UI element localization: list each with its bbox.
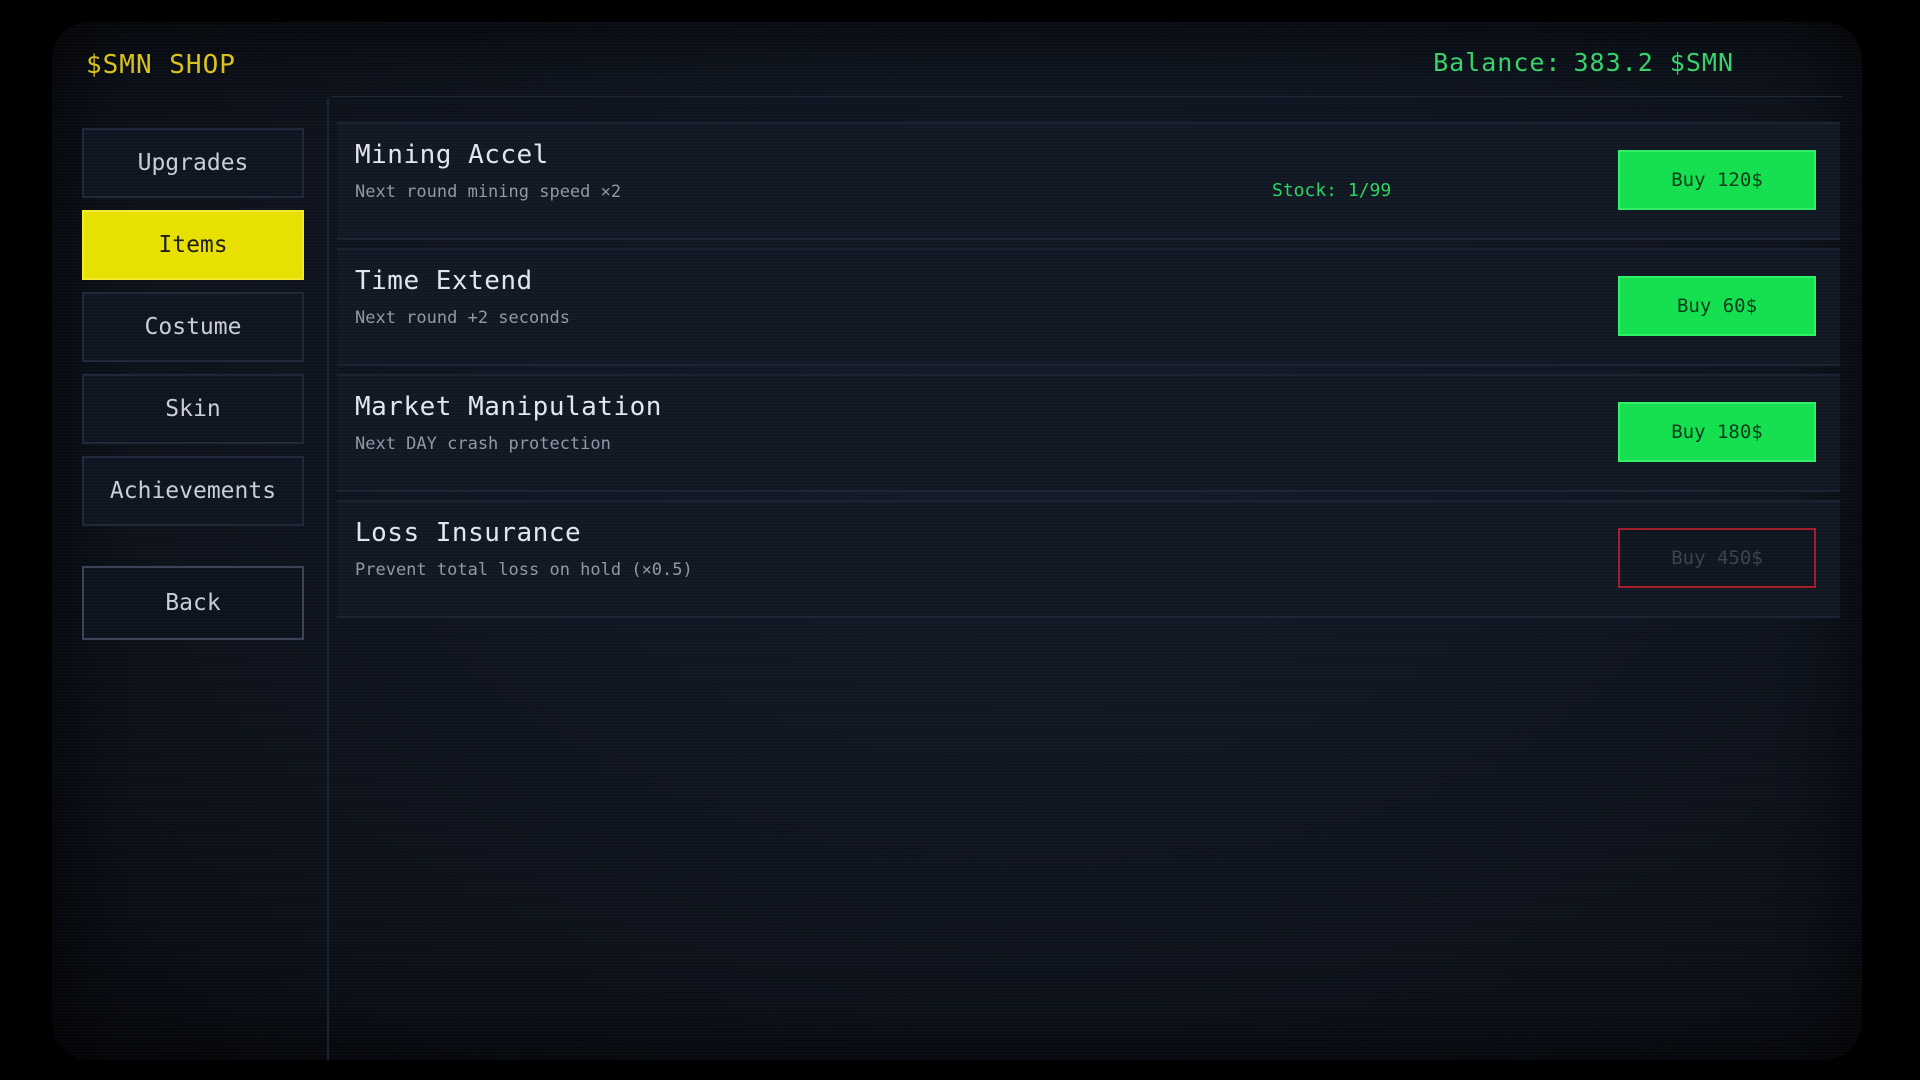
balance-label: Balance: [1433, 48, 1562, 77]
shop-screen: $SMN SHOP Balance: 383.2 $SMN Upgrades It… [52, 22, 1862, 1060]
item-stock: Stock: 1/99 [1272, 180, 1392, 201]
list-item: Mining Accel Next round mining speed ×2 … [337, 122, 1840, 240]
balance-display: Balance: 383.2 $SMN [1433, 48, 1734, 77]
item-description: Next round +2 seconds [355, 308, 570, 328]
item-name: Market Manipulation [355, 392, 662, 422]
list-item: Loss Insurance Prevent total loss on hol… [337, 500, 1840, 618]
item-name: Loss Insurance [355, 518, 582, 548]
buy-button-disabled[interactable]: Buy 450$ [1618, 528, 1816, 588]
header-divider [332, 96, 1842, 97]
item-description: Prevent total loss on hold (×0.5) [355, 560, 693, 580]
sidebar-item-upgrades[interactable]: Upgrades [82, 128, 304, 198]
item-name: Time Extend [355, 266, 533, 296]
buy-button[interactable]: Buy 60$ [1618, 276, 1816, 336]
sidebar-item-items[interactable]: Items [82, 210, 304, 280]
buy-button[interactable]: Buy 120$ [1618, 150, 1816, 210]
sidebar-item-achievements[interactable]: Achievements [82, 456, 304, 526]
item-name: Mining Accel [355, 140, 549, 170]
back-button[interactable]: Back [82, 566, 304, 640]
sidebar-item-skin[interactable]: Skin [82, 374, 304, 444]
item-description: Next round mining speed ×2 [355, 182, 622, 202]
balance-value: 383.2 $SMN [1573, 48, 1734, 77]
sidebar-divider [327, 98, 329, 1060]
item-description: Next DAY crash protection [355, 434, 611, 454]
list-item: Time Extend Next round +2 seconds Buy 60… [337, 248, 1840, 366]
shop-title: $SMN SHOP [86, 50, 236, 80]
sidebar-item-costume[interactable]: Costume [82, 292, 304, 362]
list-item: Market Manipulation Next DAY crash prote… [337, 374, 1840, 492]
buy-button[interactable]: Buy 180$ [1618, 402, 1816, 462]
